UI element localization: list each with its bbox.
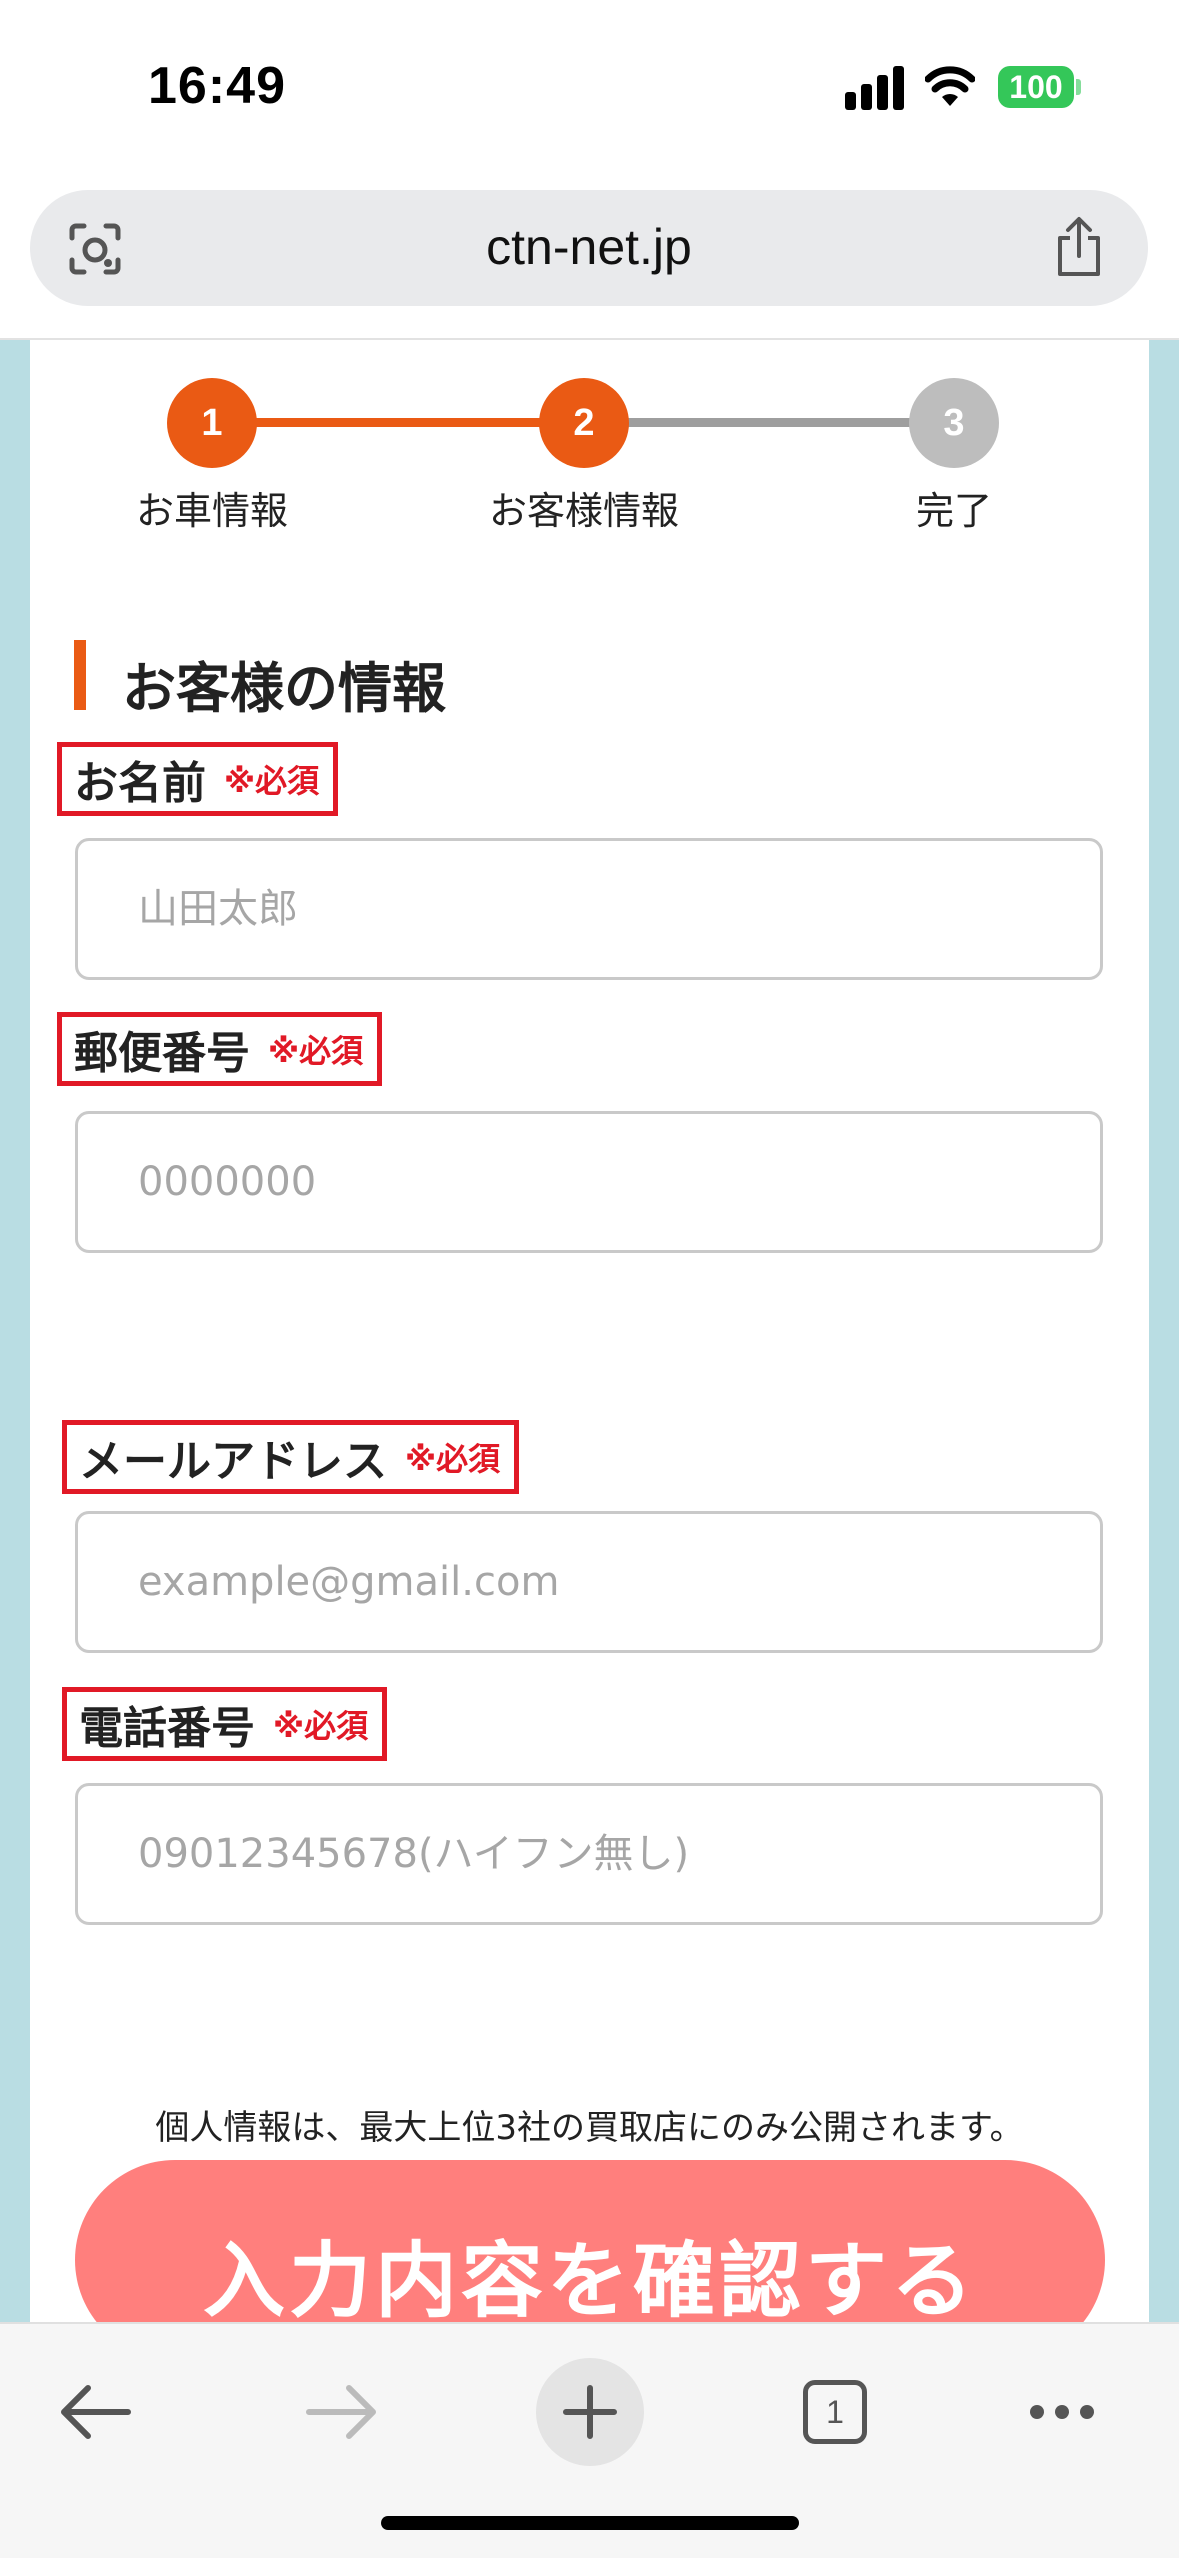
email-label: メールアドレス ※必須 <box>62 1420 520 1494</box>
postal-code-input[interactable] <box>75 1111 1103 1253</box>
step-2-label: お客様情報 <box>488 489 679 533</box>
url-text: ctn-net.jp <box>486 219 692 275</box>
status-time: 16:49 <box>148 57 286 115</box>
postal-code-label: 郵便番号 ※必須 <box>57 1012 383 1086</box>
battery-icon: 100 <box>998 66 1074 108</box>
postal-code-label-text: 郵便番号 <box>74 1028 250 1079</box>
section-title: お客様の情報 <box>122 657 446 720</box>
tab-count-icon: 1 <box>803 2380 867 2444</box>
step-3-label: 完了 <box>915 489 992 533</box>
name-label: お名前 ※必須 <box>57 742 339 816</box>
page-content <box>30 340 1149 2322</box>
forward-button[interactable] <box>292 2362 392 2462</box>
name-label-text: お名前 <box>74 758 206 809</box>
privacy-note: 個人情報は、最大上位3社の買取店にのみ公開されます。 <box>155 2108 1024 2148</box>
plus-icon <box>563 2385 617 2439</box>
cellular-signal-icon <box>845 66 907 110</box>
required-badge: ※必須 <box>405 1440 501 1478</box>
email-label-text: メールアドレス <box>79 1436 387 1487</box>
name-input[interactable] <box>75 838 1103 980</box>
email-input[interactable] <box>75 1511 1103 1653</box>
required-badge: ※必須 <box>224 762 320 800</box>
wifi-icon <box>925 66 975 106</box>
phone-label: 電話番号 ※必須 <box>62 1687 388 1761</box>
phone-label-text: 電話番号 <box>79 1703 255 1754</box>
step-connector-done <box>212 418 584 427</box>
tab-count: 1 <box>826 2393 844 2430</box>
more-menu-button[interactable] <box>1012 2362 1112 2462</box>
address-bar[interactable]: ctn-net.jp <box>30 190 1148 306</box>
back-button[interactable] <box>45 2362 145 2462</box>
step-1-circle: 1 <box>167 378 257 468</box>
home-indicator[interactable] <box>381 2516 799 2530</box>
new-tab-button[interactable] <box>536 2358 644 2466</box>
battery-nub <box>1076 79 1081 95</box>
phone-input[interactable] <box>75 1783 1103 1925</box>
step-connector-pending <box>584 418 954 427</box>
step-2-circle: 2 <box>539 378 629 468</box>
section-title-accent <box>74 640 86 710</box>
share-icon[interactable] <box>1050 216 1108 278</box>
status-bar: 16:49 100 <box>0 0 1179 180</box>
more-dots-icon <box>1030 2405 1094 2419</box>
arrow-left-icon <box>61 2385 131 2439</box>
tabs-button[interactable]: 1 <box>785 2362 885 2462</box>
arrow-right-icon <box>306 2385 376 2439</box>
required-badge: ※必須 <box>268 1032 364 1070</box>
step-1-label: お車情報 <box>135 489 288 533</box>
step-3-circle: 3 <box>909 378 999 468</box>
required-badge: ※必須 <box>273 1707 369 1745</box>
